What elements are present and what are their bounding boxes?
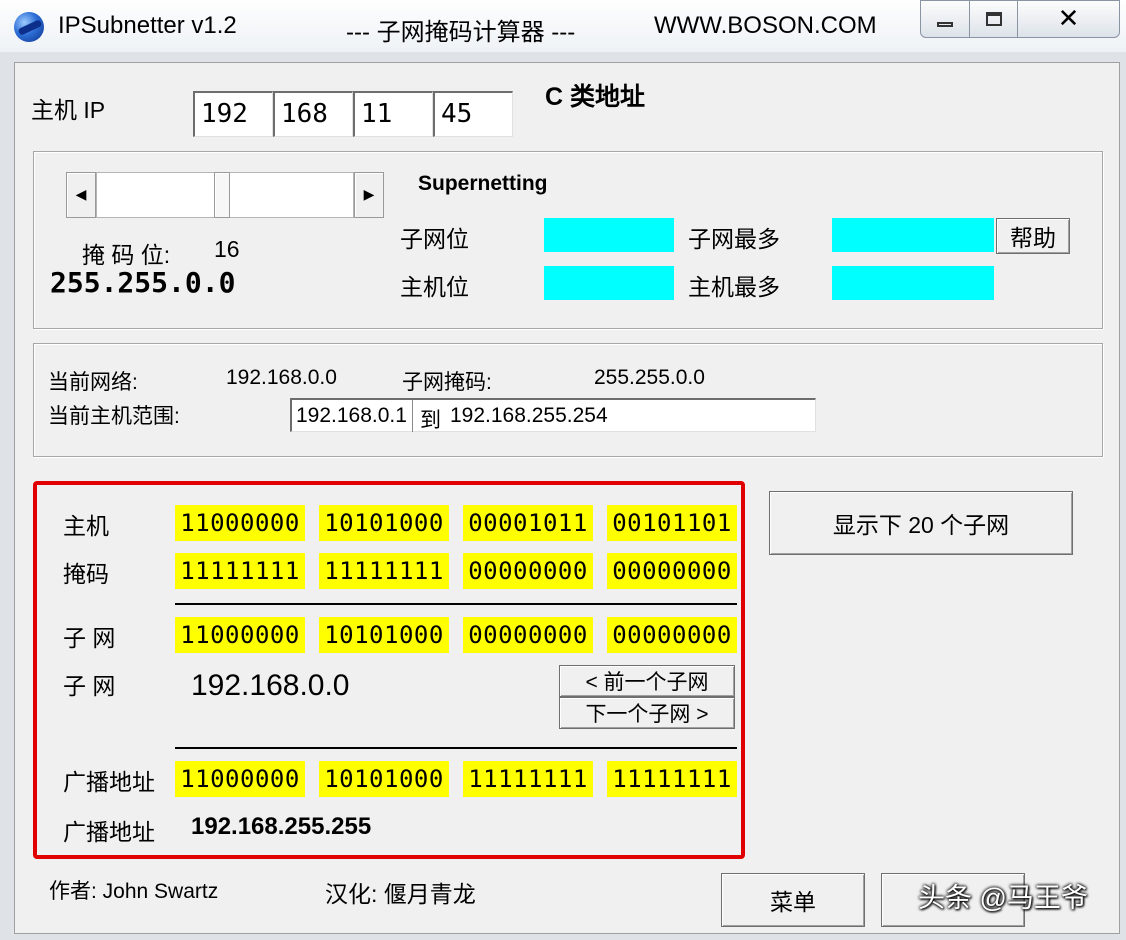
- subnet-octet-1-binary: 11000000: [175, 617, 305, 653]
- max-hosts-field: [832, 266, 994, 300]
- current-network-label: 当前网络:: [48, 371, 138, 394]
- broadcast-octet-4-binary: 11111111: [607, 761, 737, 797]
- broadcast-octet-1-binary: 11000000: [175, 761, 305, 797]
- host-octet-1-binary: 11000000: [175, 505, 305, 541]
- mask-scrollbar-thumb[interactable]: [214, 172, 230, 218]
- ip-octet-4-input[interactable]: 45: [433, 91, 513, 137]
- subnet-bits-label: 子网位: [400, 226, 469, 252]
- mask-octet-2-binary: 11111111: [319, 553, 449, 589]
- subnet-octet-3-binary: 00000000: [463, 617, 593, 653]
- ip-octet-1-input[interactable]: 192: [193, 91, 273, 137]
- broadcast-octet-3-binary: 11111111: [463, 761, 593, 797]
- translator-label: 汉化: 偃月青龙: [325, 881, 476, 907]
- mask-octet-4-binary: 00000000: [607, 553, 737, 589]
- ip-octet-2-input[interactable]: 168: [273, 91, 353, 137]
- mask-octet-3-binary: 00000000: [463, 553, 593, 589]
- mask-octet-1-binary: 11111111: [175, 553, 305, 589]
- host-range-label: 当前主机范围:: [48, 405, 180, 428]
- main-panel: 主机 IP 192 168 11 45 C 类地址 ◀ ▶ 掩 码 位: 16 …: [14, 62, 1120, 934]
- host-octet-2-binary: 10101000: [319, 505, 449, 541]
- host-range-divider: [412, 400, 413, 432]
- mask-value: 255.255.0.0: [50, 266, 236, 299]
- host-bits-label: 主机位: [400, 274, 469, 300]
- subnet-mask-value: 255.255.0.0: [594, 366, 705, 389]
- subnet-bits-field: [544, 218, 674, 252]
- host-binary-label: 主机: [63, 513, 109, 539]
- max-subnets-field: [832, 218, 994, 252]
- mask-bits-label: 掩 码 位:: [82, 242, 171, 268]
- mask-bits-value: 16: [214, 236, 240, 262]
- broadcast-binary-label: 广播地址: [63, 769, 155, 795]
- arrow-right-icon: ▶: [363, 187, 375, 203]
- maximize-button[interactable]: [970, 0, 1018, 38]
- host-bits-field: [544, 266, 674, 300]
- binary-panel: 主机 11000000 10101000 00001011 00101101 掩…: [33, 481, 745, 859]
- menu-button[interactable]: 菜单: [721, 873, 865, 927]
- subnet-mask-label: 子网掩码:: [402, 371, 492, 394]
- subnet-binary-label: 子 网: [63, 625, 116, 651]
- host-range-start: 192.168.0.1: [296, 404, 407, 427]
- app-window: IPSubnetter v1.2 --- 子网掩码计算器 --- WWW.BOS…: [0, 0, 1126, 940]
- max-subnets-label: 子网最多: [688, 226, 780, 252]
- host-range-end: 192.168.255.254: [450, 404, 608, 427]
- next-subnet-button[interactable]: 下一个子网 >: [559, 697, 735, 729]
- broadcast-octet-2-binary: 10101000: [319, 761, 449, 797]
- website-label: WWW.BOSON.COM: [654, 12, 877, 39]
- show-next-20-subnets-button[interactable]: 显示下 20 个子网: [769, 491, 1073, 555]
- broadcast-ip-label: 广播地址: [63, 819, 155, 845]
- minimize-icon: [937, 21, 953, 27]
- close-icon: ✕: [1057, 4, 1080, 34]
- subnet-octet-4-binary: 00000000: [607, 617, 737, 653]
- address-class-label: C 类地址: [545, 83, 646, 111]
- ip-octet-3-input[interactable]: 11: [353, 91, 433, 137]
- broadcast-ip-value: 192.168.255.255: [191, 813, 372, 840]
- host-octet-3-binary: 00001011: [463, 505, 593, 541]
- prev-subnet-button[interactable]: < 前一个子网: [559, 665, 735, 697]
- max-hosts-label: 主机最多: [688, 274, 780, 300]
- host-range-field: 192.168.0.1 到 192.168.255.254: [290, 398, 816, 432]
- app-title: IPSubnetter v1.2: [58, 12, 237, 39]
- divider-line: [175, 747, 737, 749]
- subnet-ip-value: 192.168.0.0: [191, 669, 350, 702]
- app-subtitle: --- 子网掩码计算器 ---: [346, 19, 576, 46]
- watermark: 头条 @马王爷: [918, 883, 1088, 913]
- window-controls: ✕: [920, 0, 1120, 38]
- subnet-octet-2-binary: 10101000: [319, 617, 449, 653]
- host-ip-label: 主机 IP: [31, 97, 106, 123]
- divider-line: [175, 603, 737, 605]
- mask-scroll-left-button[interactable]: ◀: [66, 172, 96, 218]
- current-network-value: 192.168.0.0: [226, 366, 337, 389]
- mask-group: ◀ ▶ 掩 码 位: 16 255.255.0.0 Supernetting 子…: [33, 151, 1103, 329]
- author-label: 作者: John Swartz: [49, 880, 219, 903]
- host-octet-4-binary: 00101101: [607, 505, 737, 541]
- mask-scroll-right-button[interactable]: ▶: [354, 172, 384, 218]
- network-info-group: 当前网络: 192.168.0.0 子网掩码: 255.255.0.0 当前主机…: [33, 343, 1103, 457]
- minimize-button[interactable]: [920, 0, 970, 38]
- maximize-icon: [985, 12, 1002, 26]
- app-globe-icon: [14, 12, 44, 42]
- arrow-left-icon: ◀: [75, 187, 87, 203]
- title-bar[interactable]: IPSubnetter v1.2 --- 子网掩码计算器 --- WWW.BOS…: [0, 0, 1126, 52]
- supernetting-label: Supernetting: [418, 172, 548, 195]
- mask-binary-label: 掩码: [63, 561, 109, 587]
- host-range-to: 到: [420, 409, 441, 432]
- subnet-ip-label: 子 网: [63, 673, 116, 699]
- help-button[interactable]: 帮助: [996, 218, 1070, 254]
- close-button[interactable]: ✕: [1018, 0, 1120, 38]
